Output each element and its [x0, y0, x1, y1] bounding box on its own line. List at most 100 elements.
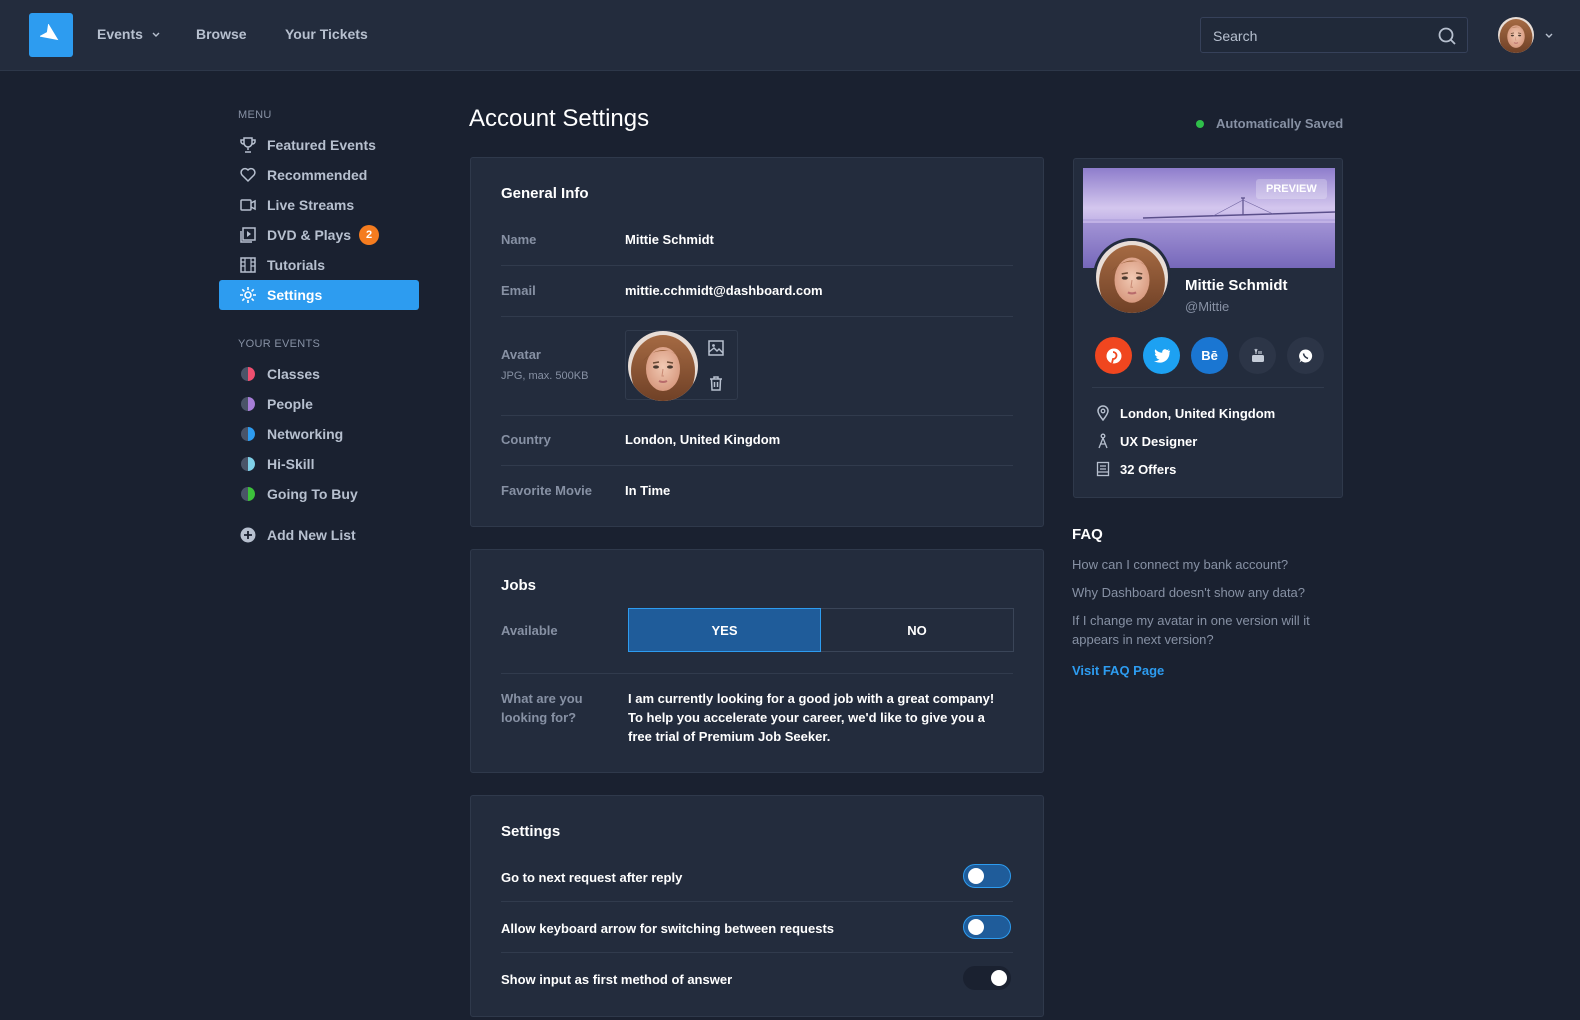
your-events-section-title: YOUR EVENTS: [238, 338, 321, 350]
top-bar: Events Browse Your Tickets: [0, 0, 1580, 71]
faq-question[interactable]: If I change my avatar in one version wil…: [1072, 611, 1342, 630]
sidebar-item-featured-events[interactable]: Featured Events: [219, 130, 419, 160]
divider: [501, 673, 1013, 674]
designer-icon: [1098, 433, 1108, 449]
sidebar-event-people[interactable]: People: [219, 389, 419, 419]
sidebar-event-going-to-buy[interactable]: Going To Buy: [219, 479, 419, 509]
sidebar-item-dvd-plays[interactable]: DVD & Plays 2: [219, 220, 419, 250]
sidebar-item-live-streams[interactable]: Live Streams: [219, 190, 419, 220]
toggle-next-request[interactable]: [963, 864, 1011, 888]
paper-plane-icon: [40, 24, 59, 41]
pie-chart-icon: [241, 457, 255, 471]
email-label: Email: [501, 283, 536, 298]
divider: [501, 415, 1013, 416]
profile-avatar: [1093, 238, 1171, 316]
search-icon[interactable]: [1437, 26, 1457, 46]
sidebar-event-hi-skill[interactable]: Hi-Skill: [219, 449, 419, 479]
trash-icon[interactable]: [707, 374, 725, 392]
looking-for-label-line1: What are you: [501, 691, 583, 706]
toggle-knob: [968, 919, 984, 935]
faq-question[interactable]: Why Dashboard doesn't show any data?: [1072, 583, 1342, 602]
nav-browse-label: Browse: [196, 26, 247, 42]
sidebar-item-label: Live Streams: [267, 197, 355, 213]
save-status: Automatically Saved: [1196, 116, 1343, 131]
looking-for-text-line1[interactable]: I am currently looking for a good job wi…: [628, 691, 994, 706]
general-info-title: General Info: [501, 185, 589, 202]
nav-your-tickets[interactable]: Your Tickets: [285, 26, 368, 42]
faq-title: FAQ: [1072, 526, 1103, 543]
sidebar-item-label: Featured Events: [267, 137, 376, 153]
sidebar-item-label: DVD & Plays: [267, 227, 352, 243]
logo[interactable]: [29, 13, 73, 57]
visit-faq-link[interactable]: Visit FAQ Page: [1072, 663, 1164, 678]
sidebar-item-settings[interactable]: Settings: [219, 280, 419, 310]
nav-browse[interactable]: Browse: [196, 26, 247, 42]
search-input[interactable]: [1213, 26, 1433, 46]
image-upload-icon[interactable]: [707, 339, 725, 357]
faq-question[interactable]: appears in next version?: [1072, 630, 1342, 649]
divider: [501, 316, 1013, 317]
toggle-input-first[interactable]: [963, 966, 1011, 990]
user-menu-chevron-icon[interactable]: [1544, 30, 1554, 40]
sidebar-item-label: Tutorials: [267, 257, 326, 273]
looking-for-label-line2: looking for?: [501, 710, 577, 725]
faq-question[interactable]: How can I connect my bank account?: [1072, 555, 1342, 574]
toggle-knob: [991, 970, 1007, 986]
general-info-card: General Info Name Mittie Schmidt Email m…: [470, 157, 1044, 527]
profile-offers: 32 Offers: [1096, 461, 1176, 477]
sidebar-item-label: Hi-Skill: [267, 456, 315, 472]
youtube-icon[interactable]: [1239, 337, 1276, 374]
user-avatar[interactable]: [1498, 17, 1534, 53]
sidebar-event-classes[interactable]: Classes: [219, 359, 419, 389]
behance-icon[interactable]: Bē: [1191, 337, 1228, 374]
avatar-uploader: [625, 330, 738, 400]
profile-role: UX Designer: [1096, 433, 1197, 449]
sidebar-item-label: People: [267, 396, 313, 412]
email-value[interactable]: mittie.cchmidt@dashboard.com: [625, 283, 823, 298]
favorite-movie-value[interactable]: In Time: [625, 483, 670, 498]
film-icon: [239, 256, 257, 274]
pinterest-icon[interactable]: [1095, 337, 1132, 374]
nav-events[interactable]: Events: [97, 26, 161, 42]
yes-button[interactable]: YES: [628, 608, 821, 652]
toggle-label: Go to next request after reply: [501, 870, 683, 885]
sidebar-item-tutorials[interactable]: Tutorials: [219, 250, 419, 280]
no-button[interactable]: NO: [821, 608, 1014, 652]
avatar-image: [628, 331, 698, 401]
whatsapp-icon[interactable]: [1287, 337, 1324, 374]
looking-for-text-line3[interactable]: free trial of Premium Job Seeker.: [628, 729, 830, 744]
looking-for-text-line2[interactable]: To help you accelerate your career, we'd…: [628, 710, 985, 725]
jobs-card: Jobs Available YES NO What are you looki…: [470, 549, 1044, 773]
toggle-keyboard-arrow[interactable]: [963, 915, 1011, 939]
gear-icon: [239, 286, 257, 304]
sidebar-event-networking[interactable]: Networking: [219, 419, 419, 449]
sidebar-item-label: Classes: [267, 366, 320, 382]
video-icon: [239, 196, 257, 214]
settings-card: Settings Go to next request after reply …: [470, 795, 1044, 1017]
notification-badge: 2: [359, 225, 380, 245]
status-dot: [1196, 119, 1204, 128]
country-value[interactable]: London, United Kingdom: [625, 432, 780, 447]
add-new-list-button[interactable]: Add New List: [219, 520, 419, 550]
plus-circle-icon: [239, 526, 257, 544]
profile-offers-text: 32 Offers: [1120, 461, 1177, 477]
chevron-down-icon: [152, 32, 160, 37]
name-label: Name: [501, 232, 537, 247]
profile-handle: @Mittie: [1185, 299, 1230, 314]
profile-name: Mittie Schmidt: [1185, 277, 1288, 294]
country-label: Country: [501, 432, 551, 447]
trophy-icon: [239, 136, 257, 154]
play-icon: [239, 226, 257, 244]
page-title: Account Settings: [469, 105, 650, 132]
jobs-title: Jobs: [501, 577, 537, 594]
sidebar-item-label: Settings: [267, 287, 323, 303]
divider: [501, 465, 1013, 466]
name-value[interactable]: Mittie Schmidt: [625, 232, 714, 247]
menu-section-title: MENU: [238, 109, 272, 121]
sidebar-item-label: Networking: [267, 426, 344, 442]
favorite-movie-label: Favorite Movie: [501, 483, 593, 498]
profile-location-text: London, United Kingdom: [1120, 405, 1276, 421]
preview-badge: PREVIEW: [1256, 179, 1327, 199]
twitter-icon[interactable]: [1143, 337, 1180, 374]
sidebar-item-recommended[interactable]: Recommended: [219, 160, 419, 190]
